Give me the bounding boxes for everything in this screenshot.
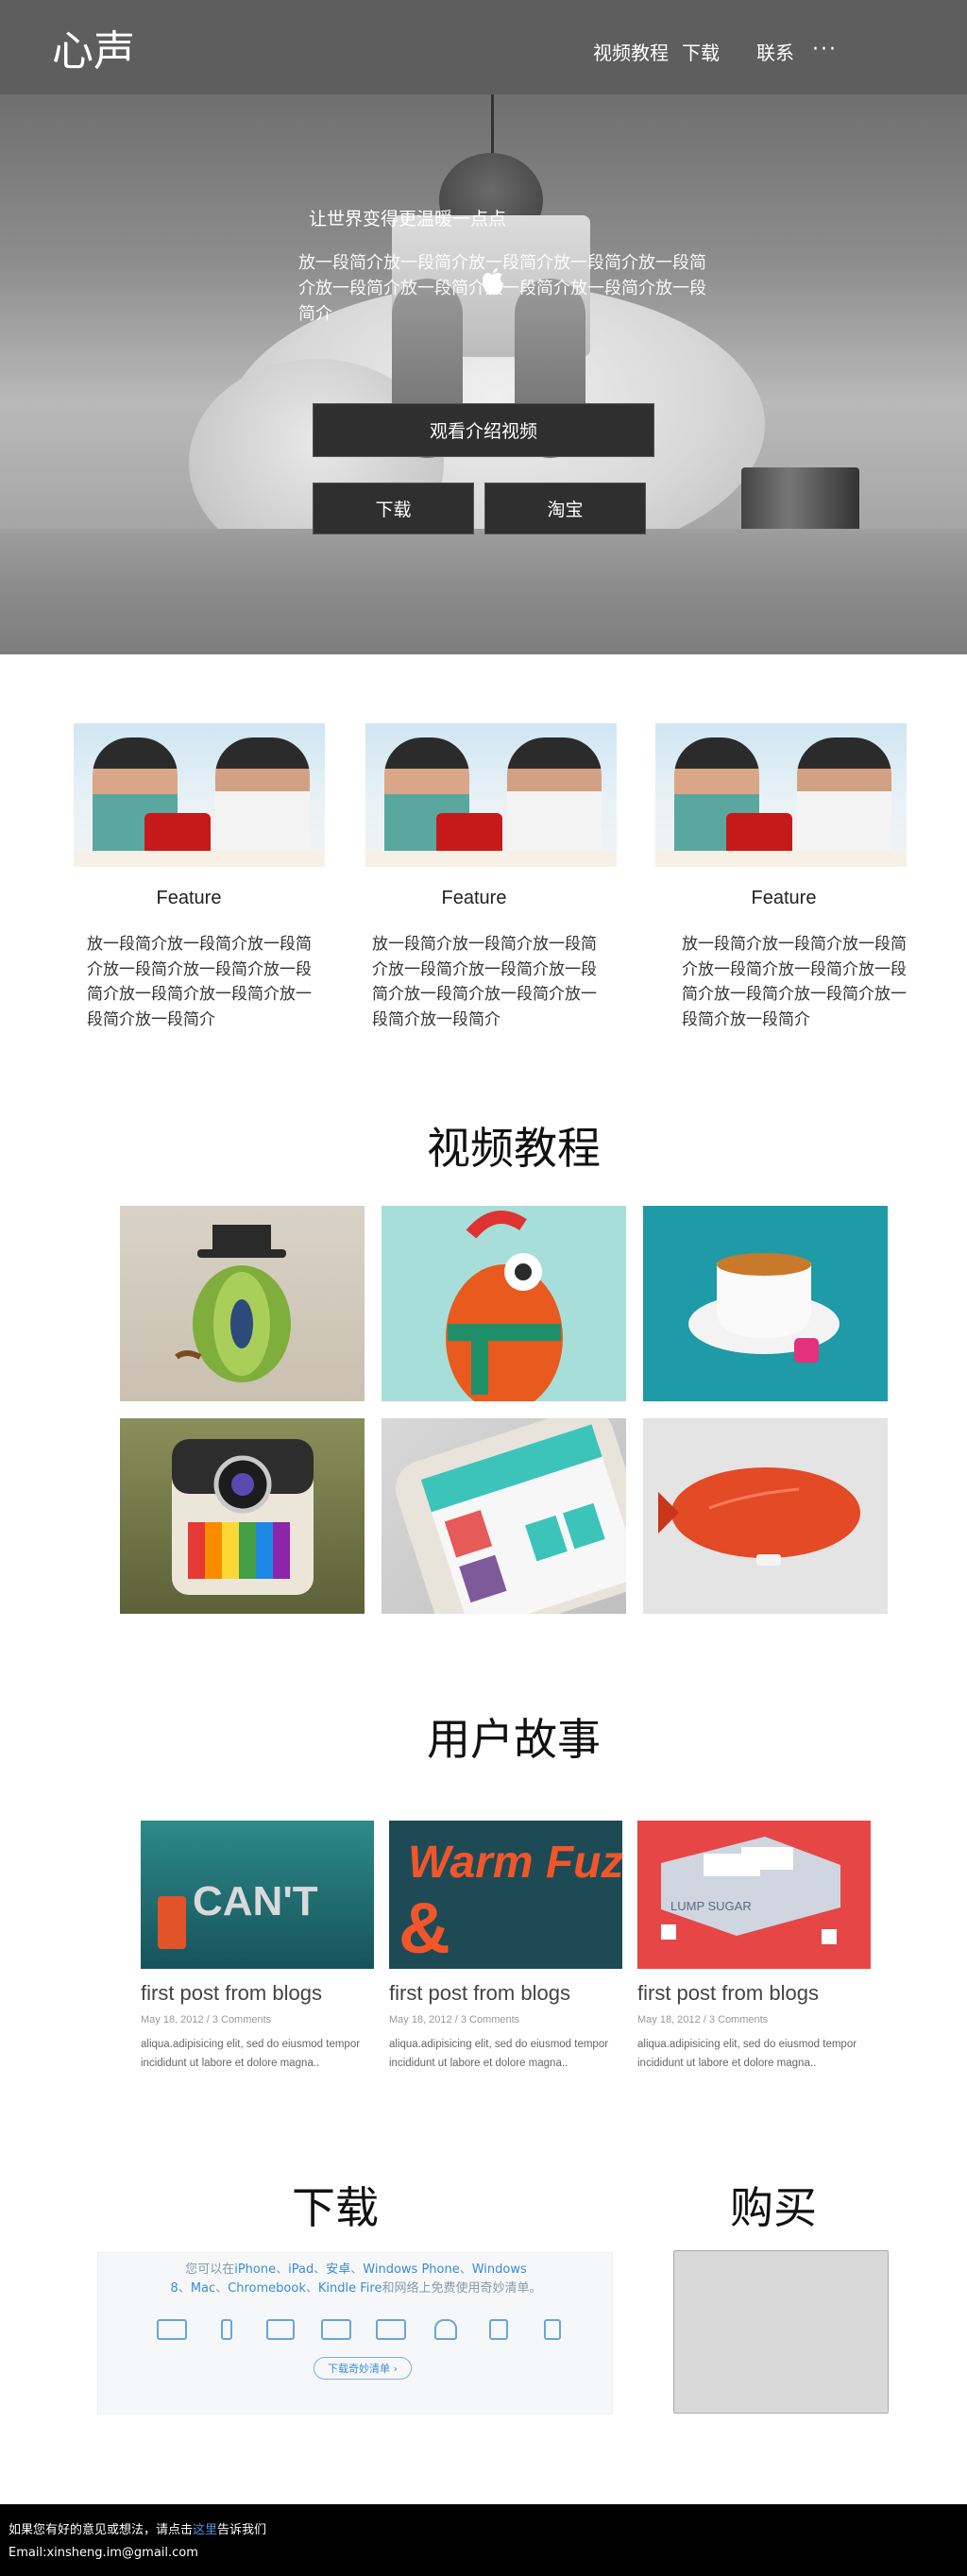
story-image-cant[interactable]: CAN'T — [141, 1821, 374, 1969]
platform-link-iphone[interactable]: iPhone — [234, 2262, 276, 2277]
story-illustration: LUMP SUGAR — [661, 1837, 840, 1944]
story-illustration: Warm Fuzzy & — [399, 1838, 622, 1969]
feature-title: Feature — [751, 888, 817, 908]
story-excerpt: aliqua.adipisicing elit, sed do eiusmod … — [141, 2039, 361, 2069]
story-title[interactable]: first post from blogs — [389, 1981, 570, 2006]
nav-item-contact[interactable]: 联系 — [756, 38, 794, 65]
feedback-suffix: 告诉我们 — [217, 2523, 267, 2537]
hero-description: 放一段简介放一段简介放一段简介放一段简介放一段简介放一段简介放一段简介放一段简介… — [298, 253, 706, 324]
story-image-text: Warm Fuzzy — [408, 1838, 622, 1888]
video-tutorials-heading: 视频教程 — [427, 1123, 601, 1174]
contact-email[interactable]: Email:xinsheng.im@gmail.com — [8, 2546, 198, 2560]
watch-video-button[interactable]: 观看介绍视频 — [313, 403, 654, 457]
more-menu-icon[interactable]: ··· — [812, 38, 838, 61]
download-panel: 您可以在iPhone、iPad、安卓、Windows Phone、Windows… — [97, 2252, 613, 2415]
footer: 如果您有好的意见或想法，请点击这里告诉我们 Email:xinsheng.im@… — [0, 2504, 967, 2576]
top-navigation-bar: 心声 视频教程 下载 联系 ··· — [0, 0, 967, 94]
nav-item-video-tutorials[interactable]: 视频教程 — [593, 38, 669, 65]
video-tile-instant-camera[interactable] — [120, 1418, 365, 1614]
download-intro-suffix: 和网络上免费使用奇妙清单。 — [382, 2281, 542, 2296]
download-heading: 下载 — [292, 2182, 379, 2233]
buy-panel[interactable] — [673, 2250, 889, 2414]
buy-heading: 购买 — [730, 2182, 817, 2233]
download-intro: 您可以在iPhone、iPad、安卓、Windows Phone、Windows… — [170, 2262, 542, 2296]
video-tile-tea-cup[interactable] — [643, 1206, 888, 1401]
feature-image — [74, 723, 325, 867]
feature-image — [365, 723, 617, 867]
video-tile-apple-gentleman[interactable] — [120, 1206, 365, 1401]
brand-logo[interactable]: 心声 — [52, 17, 135, 77]
platform-link-android[interactable]: 安卓 — [326, 2262, 350, 2277]
feature-title: Feature — [441, 888, 507, 908]
story-image-text: CAN'T — [193, 1878, 318, 1924]
apple-character-icon — [175, 1225, 291, 1382]
video-tile-red-monster[interactable] — [382, 1206, 626, 1401]
feature-description: 放一段简介放一段简介放一段简介放一段简介放一段简介放一段简介放一段简介放一段简介… — [87, 935, 312, 1029]
chromebook-icon[interactable] — [434, 2319, 457, 2340]
ampersand-icon: & — [399, 1889, 450, 1969]
hero-pot-shape — [741, 467, 859, 538]
tea-cup-icon — [688, 1253, 840, 1363]
story-title[interactable]: first post from blogs — [637, 1981, 819, 2006]
feature-description: 放一段简介放一段简介放一段简介放一段简介放一段简介放一段简介放一段简介放一段简介… — [682, 935, 907, 1029]
feature-image — [655, 723, 907, 867]
story-meta: May 18, 2012 / 3 Comments — [389, 2014, 520, 2025]
monster-character-icon — [446, 1211, 563, 1401]
story-meta: May 18, 2012 / 3 Comments — [637, 2014, 769, 2025]
blimp-icon — [658, 1467, 860, 1566]
video-tile-red-blimp[interactable] — [643, 1418, 888, 1614]
platform-link-mac[interactable]: Mac — [191, 2281, 215, 2296]
feature-person-right — [215, 737, 310, 867]
story-meta: May 18, 2012 / 3 Comments — [141, 2014, 272, 2025]
feature-table — [365, 851, 617, 867]
feedback-link[interactable]: 这里 — [193, 2523, 217, 2537]
feature-description: 放一段简介放一段简介放一段简介放一段简介放一段简介放一段简介放一段简介放一段简介… — [372, 935, 597, 1029]
download-intro-prefix: 您可以在 — [185, 2262, 235, 2277]
feedback-line: 如果您有好的意见或想法，请点击这里告诉我们 — [8, 2519, 266, 2537]
kindle-icon[interactable] — [489, 2319, 508, 2340]
platform-link-windows[interactable]: Windows — [472, 2262, 527, 2277]
hero-floor — [0, 529, 967, 654]
taobao-button[interactable]: 淘宝 — [484, 483, 646, 534]
feature-title: Feature — [156, 888, 222, 908]
story-illustration: CAN'T — [158, 1878, 318, 1949]
story-image-text: LUMP SUGAR — [670, 1899, 752, 1913]
web-icon[interactable] — [544, 2319, 561, 2340]
user-stories-heading: 用户故事 — [427, 1714, 601, 1765]
platform-link-windows-phone[interactable]: Windows Phone — [363, 2262, 459, 2277]
ipad-icon[interactable] — [266, 2319, 295, 2340]
feature-table — [74, 851, 325, 867]
hero-title: 让世界变得更温暖一点点 — [309, 209, 507, 229]
laptop-icon[interactable] — [157, 2319, 187, 2340]
story-title[interactable]: first post from blogs — [141, 1981, 322, 2006]
feature-person-right — [507, 737, 602, 867]
story-image-lump-sugar[interactable]: LUMP SUGAR — [637, 1821, 871, 1969]
video-tile-phone-calendar[interactable] — [382, 1418, 626, 1614]
windows-phone-icon[interactable] — [376, 2319, 406, 2340]
feedback-prefix: 如果您有好的意见或想法，请点击 — [8, 2523, 194, 2537]
hero-download-button[interactable]: 下载 — [313, 483, 474, 534]
android-icon[interactable] — [321, 2319, 351, 2340]
download-wunderlist-button[interactable]: 下载奇妙清单 › — [314, 2357, 412, 2380]
platform-link-chromebook[interactable]: Chromebook — [228, 2281, 306, 2296]
platform-link-windows-8[interactable]: 8 — [171, 2281, 178, 2296]
hero-banner: 让世界变得更温暖一点点 放一段简介放一段简介放一段简介放一段简介放一段简介放一段… — [0, 94, 967, 654]
feature-table — [655, 851, 907, 867]
platform-link-ipad[interactable]: iPad — [288, 2262, 314, 2277]
story-image-warm-fuzzy[interactable]: Warm Fuzzy & — [389, 1821, 622, 1969]
nav-item-download[interactable]: 下载 — [682, 38, 720, 65]
story-excerpt: aliqua.adipisicing elit, sed do eiusmod … — [637, 2039, 857, 2069]
story-excerpt: aliqua.adipisicing elit, sed do eiusmod … — [389, 2039, 609, 2069]
feature-person-right — [797, 737, 891, 867]
platform-link-kindle-fire[interactable]: Kindle Fire — [318, 2281, 382, 2296]
phone-app-icon — [395, 1418, 626, 1614]
camera-icon — [172, 1439, 314, 1595]
iphone-icon[interactable] — [221, 2319, 232, 2340]
